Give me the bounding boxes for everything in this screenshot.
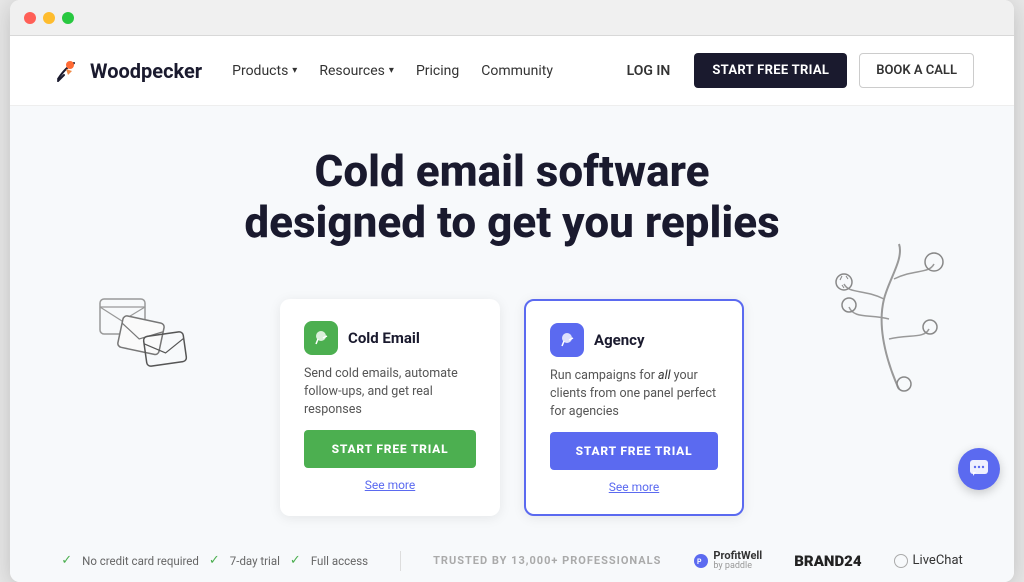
book-a-call-button[interactable]: BOOK A CALL (859, 53, 974, 88)
trust-badges-group: ✓ No credit card required ✓ 7-day trial … (61, 553, 368, 568)
check-icon-1: ✓ (61, 553, 72, 568)
agency-icon (550, 323, 584, 357)
cold-email-cta-button[interactable]: START FREE TRIAL (304, 430, 476, 468)
trust-badge-1: No credit card required (82, 554, 199, 568)
livechat-dot-icon (894, 554, 908, 568)
profitwell-sub: by paddle (713, 562, 762, 572)
profitwell-brand: P ProfitWell by paddle (693, 550, 762, 572)
hero-section: Cold email software designed to get you … (10, 106, 1014, 299)
nav-links: Products ▾ Resources ▾ Pricing Community (232, 63, 553, 79)
chat-icon (968, 458, 990, 480)
woodpecker-small-icon (311, 328, 331, 348)
check-icon-2: ✓ (209, 553, 220, 568)
browser-dot-yellow[interactable] (43, 12, 55, 24)
browser-chrome (10, 0, 1014, 36)
card-header: Cold Email (304, 321, 476, 355)
profitwell-icon: P (693, 553, 709, 569)
cards-section: Cold Email Send cold emails, automate fo… (10, 299, 1014, 535)
agency-card-header: Agency (550, 323, 718, 357)
agency-cta-button[interactable]: START FREE TRIAL (550, 432, 718, 470)
agency-card-title: Agency (594, 331, 645, 349)
divider (400, 551, 401, 571)
nav-left: Woodpecker Products ▾ Resources ▾ Pricin… (50, 55, 553, 87)
browser-dot-red[interactable] (24, 12, 36, 24)
browser-window: Woodpecker Products ▾ Resources ▾ Pricin… (10, 0, 1014, 582)
start-free-trial-nav-button[interactable]: START FREE TRIAL (694, 53, 847, 88)
woodpecker-logo-icon (50, 55, 82, 87)
agency-small-icon (557, 330, 577, 350)
trust-bar: ✓ No credit card required ✓ 7-day trial … (10, 536, 1014, 582)
cold-email-card-desc: Send cold emails, automate follow-ups, a… (304, 365, 476, 419)
agency-card: Agency Run campaigns for all your client… (524, 299, 744, 515)
login-button[interactable]: LOG IN (615, 55, 683, 87)
logo-text: Woodpecker (90, 59, 202, 83)
nav-link-products[interactable]: Products ▾ (232, 63, 297, 79)
cold-email-icon (304, 321, 338, 355)
chat-bubble-button[interactable] (958, 448, 1000, 490)
brand24-logo: BRAND24 (794, 552, 861, 570)
profitwell-name: ProfitWell (713, 550, 762, 562)
livechat-name: LiveChat (913, 553, 963, 568)
browser-dot-green[interactable] (62, 12, 74, 24)
nav-right: LOG IN START FREE TRIAL BOOK A CALL (615, 53, 974, 88)
svg-text:P: P (697, 558, 702, 566)
trust-badge-2: 7-day trial (230, 554, 280, 568)
cold-email-card-title: Cold Email (348, 329, 420, 347)
agency-card-desc: Run campaigns for all your clients from … (550, 367, 718, 421)
check-icon-3: ✓ (290, 553, 301, 568)
trusted-by-label: TRUSTED BY 13,000+ PROFESSIONALS (433, 554, 661, 567)
chevron-down-icon: ▾ (292, 65, 297, 76)
nav-link-community[interactable]: Community (481, 63, 553, 79)
nav-link-resources[interactable]: Resources ▾ (319, 63, 394, 79)
nav-link-pricing[interactable]: Pricing (416, 63, 459, 79)
page-content: Woodpecker Products ▾ Resources ▾ Pricin… (10, 36, 1014, 582)
hero-title: Cold email software designed to get you … (30, 146, 994, 247)
livechat-logo: LiveChat (894, 553, 963, 568)
trust-badge-3: Full access (311, 554, 368, 568)
logo-area[interactable]: Woodpecker (50, 55, 202, 87)
chevron-down-icon: ▾ (389, 65, 394, 76)
agency-see-more-link[interactable]: See more (550, 480, 718, 494)
navbar: Woodpecker Products ▾ Resources ▾ Pricin… (10, 36, 1014, 106)
cold-email-see-more-link[interactable]: See more (304, 478, 476, 492)
cold-email-card: Cold Email Send cold emails, automate fo… (280, 299, 500, 515)
